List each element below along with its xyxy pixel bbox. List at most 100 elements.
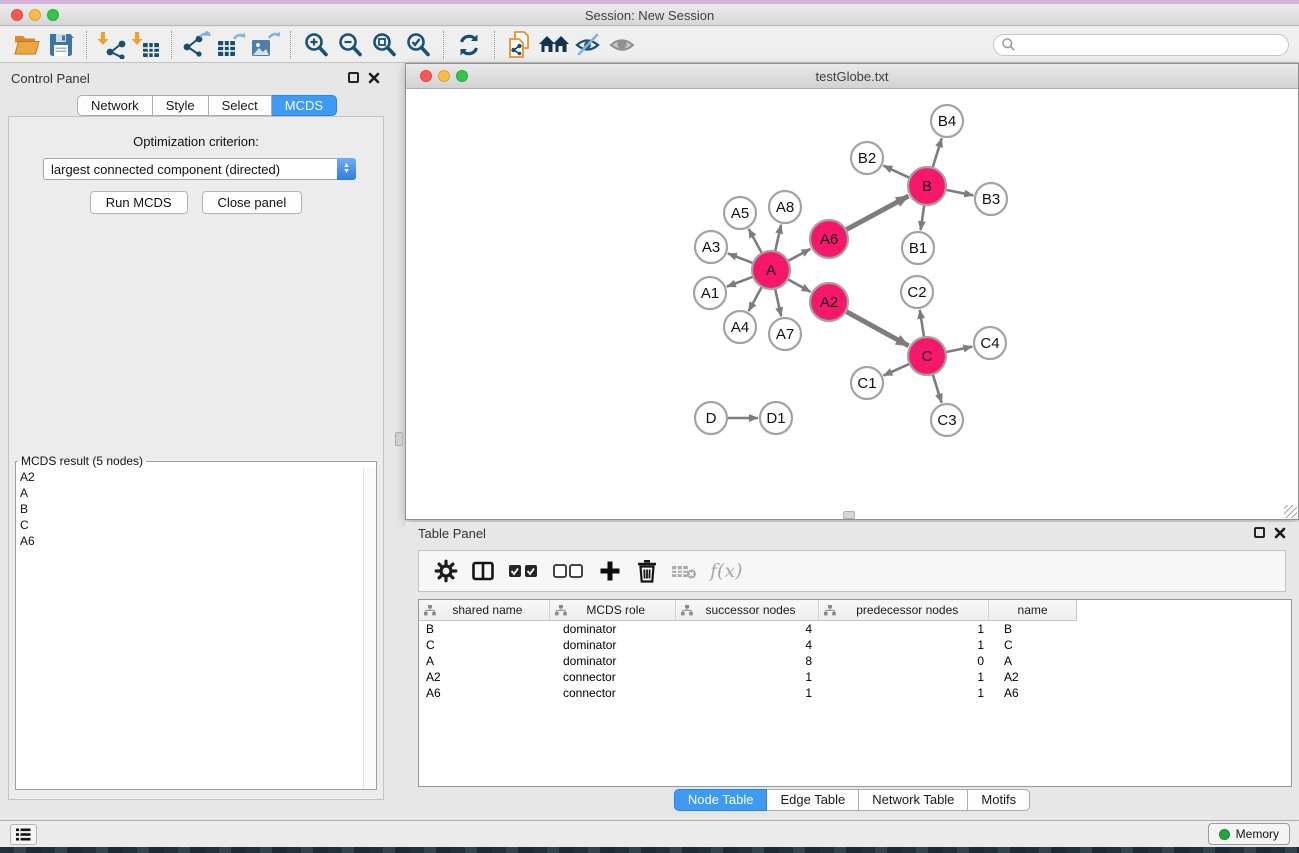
window-resize-grip[interactable] — [1284, 505, 1297, 518]
close-table-panel-icon[interactable] — [1274, 527, 1286, 539]
zoom-selected-icon[interactable] — [401, 30, 435, 60]
column-header-mcds-role[interactable]: MCDS role — [550, 600, 676, 620]
horizontal-splitter-grip[interactable] — [843, 511, 855, 519]
deselect-all-columns-icon[interactable] — [550, 556, 588, 586]
graph-edge-C-C4[interactable] — [946, 347, 973, 353]
tab-node-table[interactable]: Node Table — [674, 789, 768, 811]
graph-edge-A-A5[interactable] — [749, 229, 762, 253]
zoom-fit-icon[interactable] — [367, 30, 401, 60]
vertical-splitter-grip[interactable] — [395, 432, 403, 446]
table-cell[interactable]: A — [419, 653, 550, 669]
table-cell[interactable]: B — [990, 621, 1077, 637]
result-list-item[interactable]: A6 — [20, 533, 359, 549]
result-scrollbar[interactable] — [363, 468, 376, 789]
graph-edge-C-C1[interactable] — [883, 364, 909, 376]
column-header-predecessor-nodes[interactable]: predecessor nodes — [819, 600, 989, 620]
tab-style[interactable]: Style — [153, 95, 209, 116]
table-cell[interactable]: 1 — [820, 621, 990, 637]
column-header-shared-name[interactable]: shared name — [419, 600, 550, 620]
export-table-icon[interactable] — [214, 30, 248, 60]
column-header-name[interactable]: name — [989, 600, 1076, 620]
table-cell[interactable]: C — [419, 637, 550, 653]
memory-button[interactable]: Memory — [1208, 823, 1290, 845]
home-icon[interactable] — [537, 30, 571, 60]
tab-edge-table[interactable]: Edge Table — [767, 789, 859, 811]
node-table[interactable]: shared name MCDS role successor nodes pr… — [418, 599, 1292, 787]
graph-edge-A-A6[interactable] — [788, 249, 811, 261]
delete-table-icon[interactable] — [669, 556, 699, 586]
tab-network-table[interactable]: Network Table — [859, 789, 968, 811]
table-cell[interactable]: A6 — [990, 685, 1077, 701]
result-list-item[interactable]: A — [20, 485, 359, 501]
result-list-item[interactable]: A2 — [20, 469, 359, 485]
clone-network-icon[interactable] — [503, 30, 537, 60]
search-box[interactable] — [993, 34, 1289, 56]
table-cell[interactable]: 1 — [676, 685, 820, 701]
graph-edge-B-B2[interactable] — [883, 166, 909, 178]
refresh-icon[interactable] — [452, 30, 486, 60]
table-cell[interactable]: 1 — [676, 669, 820, 685]
table-cell[interactable]: dominator — [550, 637, 676, 653]
table-cell[interactable]: 0 — [820, 653, 990, 669]
network-canvas[interactable]: B4B2BB3A5A8A6B1A3AC2A1A2A4A7C4CC1C3DD1 — [406, 89, 1298, 519]
save-session-icon[interactable] — [44, 30, 78, 60]
optimization-select[interactable]: largest connected component (directed) ▲… — [43, 158, 356, 180]
zoom-in-icon[interactable] — [299, 30, 333, 60]
graph-edge-A-A2[interactable] — [788, 279, 811, 292]
graph-edge-A-A7[interactable] — [775, 289, 781, 317]
graph-edge-A-A4[interactable] — [749, 287, 762, 311]
tab-motifs[interactable]: Motifs — [968, 789, 1030, 811]
table-row[interactable]: Bdominator41B — [419, 621, 1291, 637]
search-input[interactable] — [1016, 38, 1266, 52]
result-list-item[interactable]: B — [20, 501, 359, 517]
create-column-plus-icon[interactable] — [595, 556, 625, 586]
open-session-icon[interactable] — [10, 30, 44, 60]
table-cell[interactable]: dominator — [550, 653, 676, 669]
import-table-icon[interactable] — [129, 30, 163, 60]
zoom-out-icon[interactable] — [333, 30, 367, 60]
float-panel-icon[interactable] — [348, 72, 359, 83]
show-eye-icon[interactable] — [605, 30, 639, 60]
table-cell[interactable]: 8 — [676, 653, 820, 669]
table-cell[interactable]: B — [419, 621, 550, 637]
export-image-icon[interactable] — [248, 30, 282, 60]
table-row[interactable]: A2connector11A2 — [419, 669, 1291, 685]
table-cell[interactable]: connector — [550, 669, 676, 685]
delete-column-trash-icon[interactable] — [632, 556, 662, 586]
panel-list-menu-button[interactable] — [10, 824, 37, 845]
result-list-item[interactable]: C — [20, 517, 359, 533]
run-mcds-button[interactable]: Run MCDS — [90, 191, 188, 214]
graph-edge-A-A1[interactable] — [727, 277, 753, 287]
table-cell[interactable]: dominator — [550, 621, 676, 637]
table-cell[interactable]: 4 — [676, 637, 820, 653]
graph-edge-A2-C[interactable] — [846, 311, 909, 346]
table-settings-gear-icon[interactable] — [431, 556, 461, 586]
table-cell[interactable]: 1 — [820, 669, 990, 685]
tab-mcds[interactable]: MCDS — [272, 95, 337, 116]
table-cell[interactable]: C — [990, 637, 1077, 653]
function-builder-icon[interactable]: f(x) — [706, 560, 743, 582]
float-table-panel-icon[interactable] — [1254, 527, 1265, 538]
graph-edge-B-B1[interactable] — [921, 205, 925, 230]
show-column-panel-icon[interactable] — [468, 556, 498, 586]
column-header-successor-nodes[interactable]: successor nodes — [676, 600, 820, 620]
graph-edge-B-B3[interactable] — [946, 190, 974, 196]
graph-edge-C-C2[interactable] — [920, 310, 924, 337]
table-cell[interactable]: connector — [550, 685, 676, 701]
select-all-columns-icon[interactable] — [505, 556, 543, 586]
close-panel-button[interactable]: Close panel — [202, 191, 303, 214]
graph-edge-A6-B[interactable] — [846, 196, 909, 230]
table-cell[interactable]: A2 — [990, 669, 1077, 685]
tab-select[interactable]: Select — [209, 95, 272, 116]
export-network-icon[interactable] — [180, 30, 214, 60]
table-row[interactable]: A6connector11A6 — [419, 685, 1291, 701]
hide-eye-icon[interactable] — [571, 30, 605, 60]
graph-edge-C-C3[interactable] — [933, 374, 942, 403]
graph-edge-A-A8[interactable] — [775, 225, 781, 252]
table-cell[interactable]: 1 — [820, 685, 990, 701]
table-row[interactable]: Cdominator41C — [419, 637, 1291, 653]
table-cell[interactable]: A — [990, 653, 1077, 669]
graph-edge-A-A3[interactable] — [728, 253, 753, 263]
import-network-icon[interactable] — [95, 30, 129, 60]
tab-network[interactable]: Network — [77, 95, 153, 116]
